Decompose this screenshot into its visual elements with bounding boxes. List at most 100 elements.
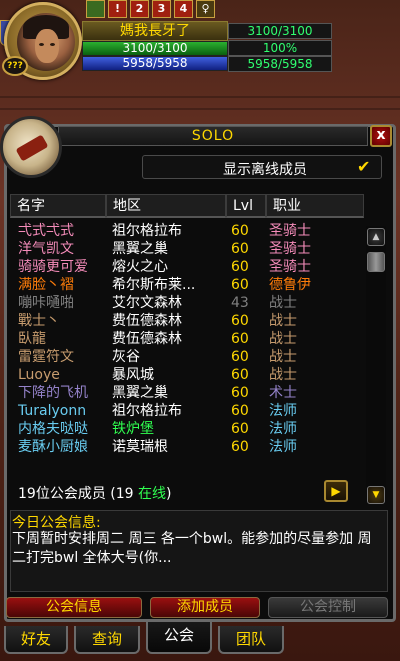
member-class: 法师	[269, 403, 297, 419]
member-level: 43	[231, 295, 249, 311]
member-level: 60	[231, 385, 249, 401]
member-class: 圣骑士	[269, 259, 311, 275]
mana-bar: 5958/5958	[82, 56, 228, 71]
scroll-up-icon[interactable]: ▲	[367, 228, 385, 246]
table-row[interactable]: 弌式弌式 祖尔格拉布 60 圣骑士	[12, 222, 362, 240]
table-row[interactable]: 雷霆符文 灰谷 60 战士	[12, 348, 362, 366]
member-zone: 费伍德森林	[112, 313, 182, 329]
member-name: 内格夫哒哒	[18, 421, 88, 437]
tab-friends[interactable]: 好友	[4, 626, 68, 654]
table-row[interactable]: 骑骑更可爱 熔火之心 60 圣骑士	[12, 258, 362, 276]
mana-readout: 5958/5958	[228, 56, 332, 72]
member-level: 60	[231, 313, 249, 329]
member-name: 满脸丶褶	[18, 277, 74, 293]
show-offline-label: 显示离线成员	[223, 162, 307, 178]
table-row[interactable]: 满脸丶褶 希尔斯布莱... 60 德鲁伊	[12, 276, 362, 294]
table-row[interactable]: 内格夫哒哒 铁炉堡 60 法师	[12, 420, 362, 438]
member-level: 60	[231, 331, 249, 347]
member-name: Luoye	[18, 367, 60, 383]
member-name: 雷霆符文	[18, 349, 74, 365]
player-level-badge: ???	[2, 56, 28, 76]
panel-title: SOLO	[58, 126, 368, 146]
member-level: 60	[231, 259, 249, 275]
number-buff-icon[interactable]: 4	[174, 0, 193, 18]
tab-guild[interactable]: 公会	[146, 622, 212, 654]
table-row[interactable]: Turalyonn 祖尔格拉布 60 法师	[12, 402, 362, 420]
member-level: 60	[231, 439, 249, 455]
female-buff-icon[interactable]: ♀	[196, 0, 215, 18]
member-class: 圣骑士	[269, 241, 311, 257]
number-buff-icon[interactable]: 3	[152, 0, 171, 18]
member-zone: 祖尔格拉布	[112, 223, 182, 239]
health-percent: 100%	[228, 40, 332, 56]
tab-raid[interactable]: 团队	[218, 626, 284, 654]
member-level: 60	[231, 403, 249, 419]
member-zone: 祖尔格拉布	[112, 403, 182, 419]
member-name: 骑骑更可爱	[18, 259, 88, 275]
member-level: 60	[231, 241, 249, 257]
member-class: 战士	[269, 331, 297, 347]
scroll-down-icon[interactable]: ▼	[367, 486, 385, 504]
column-header-name[interactable]: 名字	[10, 194, 106, 218]
motd-text: 下周暂时安排周二 周三 各一个bwl。能参加的尽量参加 周二打完bwl 全体大号…	[12, 531, 372, 566]
member-name: 嘣咔嗵啪	[18, 295, 74, 311]
member-zone: 希尔斯布莱...	[112, 277, 196, 293]
table-row[interactable]: 麦酥小厨娘 诺莫瑞根 60 法师	[12, 438, 362, 456]
member-class: 法师	[269, 421, 297, 437]
member-zone: 黑翼之巢	[112, 241, 168, 257]
member-class: 德鲁伊	[269, 277, 311, 293]
table-row[interactable]: 臥龍 费伍德森林 60 战士	[12, 330, 362, 348]
member-level: 60	[231, 367, 249, 383]
guild-scroll-icon	[0, 116, 62, 178]
member-class: 法师	[269, 439, 297, 455]
member-level: 60	[231, 349, 249, 365]
health-bar: 3100/3100	[82, 41, 228, 56]
table-row[interactable]: 下降的飞机 黑翼之巢 60 术士	[12, 384, 362, 402]
player-unit-frame[interactable]: ??? ! 2 3 4 ♀ 媽我長牙了 3100/3100 5958/5958 3 100…	[0, 0, 400, 80]
add-member-button[interactable]: 添加成员	[150, 597, 260, 618]
checkmark-icon[interactable]: ✔	[357, 157, 370, 176]
member-zone: 铁炉堡	[112, 421, 154, 437]
table-row[interactable]: Luoye 暴风城 60 战士	[12, 366, 362, 384]
number-buff-icon[interactable]: 2	[130, 0, 149, 18]
member-zone: 黑翼之巢	[112, 385, 168, 401]
member-name: 臥龍	[18, 331, 46, 347]
member-level: 60	[231, 421, 249, 437]
scroll-thumb[interactable]	[367, 252, 385, 272]
member-class: 圣骑士	[269, 223, 311, 239]
buff-icon-row: ! 2 3 4 ♀	[86, 0, 215, 18]
column-header-zone[interactable]: 地区	[106, 194, 226, 218]
show-offline-toggle[interactable]: 显示离线成员 ✔	[142, 155, 382, 179]
motd-title: 今日公会信息:	[12, 515, 101, 531]
member-zone: 暴风城	[112, 367, 154, 383]
member-zone: 灰谷	[112, 349, 140, 365]
member-count: 19位公会成员 (19 在线)	[18, 486, 172, 502]
member-zone: 费伍德森林	[112, 331, 182, 347]
scroll-buff-icon[interactable]	[86, 0, 105, 18]
member-name: 洋气凯文	[18, 241, 74, 257]
member-zone: 诺莫瑞根	[112, 439, 168, 455]
player-name: 媽我長牙了	[82, 21, 228, 41]
table-row[interactable]: 戰士丶 费伍德森林 60 战士	[12, 312, 362, 330]
guild-info-button[interactable]: 公会信息	[6, 597, 142, 618]
member-zone: 艾尔文森林	[112, 295, 182, 311]
exclamation-buff-icon[interactable]: !	[108, 0, 127, 18]
guild-roster: 弌式弌式 祖尔格拉布 60 圣骑士 洋气凯文 黑翼之巢 60 圣骑士 骑骑更可爱 熔火之心 60 圣骑…	[12, 222, 362, 456]
member-class: 战士	[269, 313, 297, 329]
table-row[interactable]: 洋气凯文 黑翼之巢 60 圣骑士	[12, 240, 362, 258]
member-name: Turalyonn	[18, 403, 87, 419]
member-name: 麦酥小厨娘	[18, 439, 88, 455]
close-button[interactable]: x	[370, 125, 392, 147]
member-level: 60	[231, 277, 249, 293]
table-row[interactable]: 嘣咔嗵啪 艾尔文森林 43 战士	[12, 294, 362, 312]
member-class: 战士	[269, 349, 297, 365]
member-name: 下降的飞机	[18, 385, 88, 401]
member-class: 术士	[269, 385, 297, 401]
column-header-class[interactable]: 职业	[266, 194, 364, 218]
guild-control-button[interactable]: 公会控制	[268, 597, 388, 618]
column-header-level[interactable]: Lvl	[226, 194, 266, 218]
next-page-button[interactable]: ▶	[324, 480, 348, 502]
member-class: 战士	[269, 367, 297, 383]
tab-who[interactable]: 查询	[74, 626, 140, 654]
member-name: 弌式弌式	[18, 223, 74, 239]
